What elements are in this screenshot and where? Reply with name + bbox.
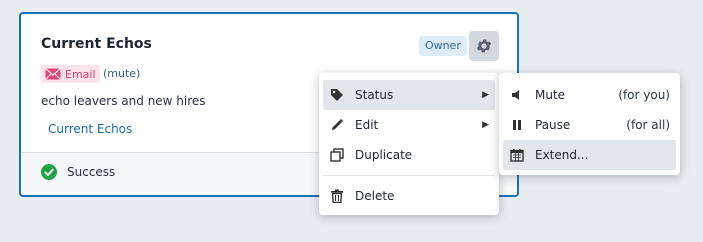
menu-divider [323, 175, 495, 176]
menu-item-label: Duplicate [355, 148, 413, 162]
menu-item-label: Status [355, 88, 394, 102]
submenu-item-label: Mute [535, 88, 566, 102]
speaker-icon [509, 87, 525, 103]
email-channel-tag: Email [41, 65, 100, 83]
gear-icon [476, 39, 492, 53]
menu-item-label: Delete [355, 189, 395, 203]
trash-icon [329, 188, 345, 204]
check-circle-icon [41, 164, 57, 180]
email-label: Email [65, 67, 96, 81]
submenu-item-extend[interactable]: Extend... [503, 140, 676, 170]
menu-item-duplicate[interactable]: Duplicate [323, 140, 495, 170]
menu-item-delete[interactable]: Delete [323, 181, 495, 211]
submenu-arrow-icon: ▶ [482, 90, 489, 100]
card-title: Current Echos [41, 36, 152, 52]
status-submenu: Mute (for you) Pause (for all) Extend... [499, 73, 680, 175]
submenu-item-pause[interactable]: Pause (for all) [503, 110, 676, 140]
owner-badge: Owner [419, 36, 467, 56]
pencil-icon [329, 117, 345, 133]
pause-icon [509, 117, 525, 133]
menu-item-edit[interactable]: Edit ▶ [323, 110, 495, 140]
submenu-item-label: Extend... [535, 148, 589, 162]
submenu-item-label: Pause [535, 118, 571, 132]
submenu-item-hint: (for you) [618, 88, 670, 102]
menu-item-label: Edit [355, 118, 379, 132]
tag-icon [329, 87, 345, 103]
submenu-item-hint: (for all) [626, 118, 670, 132]
submenu-item-mute[interactable]: Mute (for you) [503, 80, 676, 110]
calendar-icon [509, 147, 525, 163]
mute-note: (mute) [103, 67, 141, 80]
context-menu: Status ▶ Edit ▶ Duplicate Delete [319, 73, 499, 215]
menu-item-status[interactable]: Status ▶ [323, 80, 495, 110]
envelope-icon [45, 68, 61, 80]
echo-link[interactable]: Current Echos [48, 122, 132, 136]
duplicate-icon [329, 147, 345, 163]
status-text: Success [67, 165, 116, 179]
echo-description: echo leavers and new hires [41, 94, 206, 108]
settings-button[interactable] [469, 31, 499, 61]
submenu-arrow-icon: ▶ [482, 120, 489, 130]
